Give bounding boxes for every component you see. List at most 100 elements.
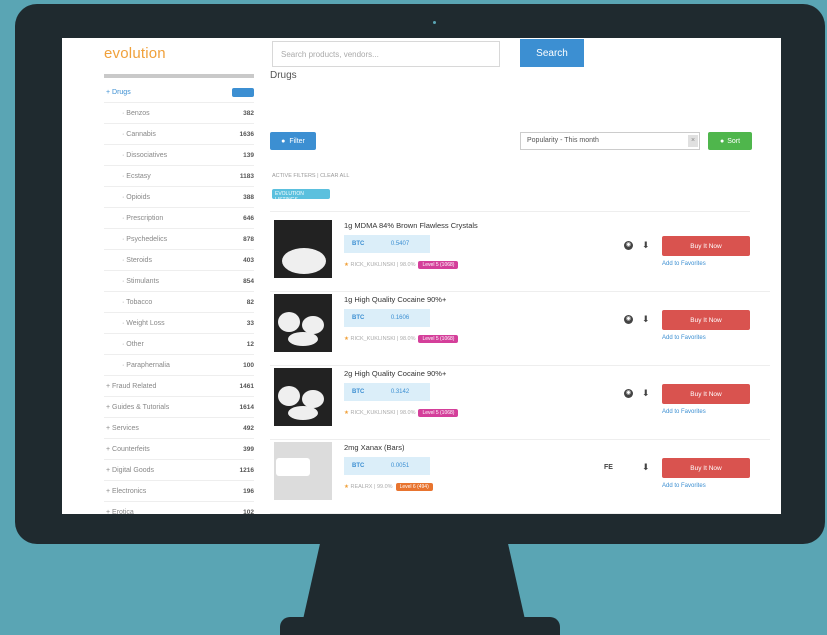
listing-title[interactable]: 1g High Quality Cocaine 90%+ xyxy=(344,295,446,304)
sort-select[interactable]: Popularity - This month xyxy=(520,132,700,150)
vendor-level: Level 5 (1068) xyxy=(418,335,459,343)
sidebar-category[interactable]: · Cannabis 1636 xyxy=(104,124,254,145)
listing-title[interactable]: 1g MDMA 84% Brown Flawless Crystals xyxy=(344,221,478,230)
buy-button[interactable]: Buy It Now xyxy=(662,384,750,404)
sidebar-category[interactable]: + Guides & Tutorials 1614 xyxy=(104,397,254,418)
buy-button[interactable]: Buy It Now xyxy=(662,310,750,330)
price-box: BTC 0.3142 xyxy=(344,383,430,401)
category-label: · Prescription xyxy=(122,214,164,222)
vendor-name: REALRX | 99.0% xyxy=(350,484,393,490)
category-label: · Dissociatives xyxy=(122,151,168,159)
category-count: 382 xyxy=(243,109,254,117)
add-favorites-link[interactable]: Add to Favorites xyxy=(662,335,706,341)
buy-button[interactable]: Buy It Now xyxy=(662,236,750,256)
category-count: 1216 xyxy=(239,466,254,474)
sort-button[interactable]: ● Sort xyxy=(708,132,752,150)
currency: BTC xyxy=(352,463,365,469)
thumbnail-shape xyxy=(282,248,326,274)
add-favorites-link[interactable]: Add to Favorites xyxy=(662,483,706,489)
sidebar-category[interactable]: + Drugs xyxy=(104,82,254,103)
category-count: 403 xyxy=(243,256,254,264)
active-filters[interactable]: ACTIVE FILTERS | CLEAR ALL xyxy=(272,173,349,179)
product-thumbnail[interactable] xyxy=(274,368,332,426)
globe-icon: ◉ xyxy=(624,241,633,250)
category-badge xyxy=(232,87,254,97)
thumbnail-shape xyxy=(278,312,300,332)
sidebar-category[interactable]: + Counterfeits 399 xyxy=(104,439,254,460)
category-count: 102 xyxy=(243,508,254,515)
sidebar-category[interactable]: · Weight Loss 33 xyxy=(104,313,254,334)
listing-area: Drugs ● Filter Popularity - This month ×… xyxy=(270,70,770,514)
listing-row: 1g High Quality Cocaine 90%+ BTC 0.1606 ★ R… xyxy=(270,292,770,366)
buy-button[interactable]: Buy It Now xyxy=(662,458,750,478)
category-count: 878 xyxy=(243,235,254,243)
add-favorites-link[interactable]: Add to Favorites xyxy=(662,409,706,415)
sidebar-category[interactable]: + Fraud Related 1461 xyxy=(104,376,254,397)
product-thumbnail[interactable] xyxy=(274,442,332,500)
monitor-stand-base xyxy=(280,617,560,635)
sidebar-category[interactable]: · Tobacco 82 xyxy=(104,292,254,313)
category-count: 82 xyxy=(246,298,254,306)
search-button[interactable]: Search xyxy=(520,39,584,67)
sort-clear-icon[interactable]: × xyxy=(688,135,698,147)
vendor-info[interactable]: ★ RICK_KUKLINSKI | 98.0% Level 5 (1068) xyxy=(344,261,459,269)
price-box: BTC 0.1606 xyxy=(344,309,430,327)
vendor-name: RICK_KUKLINSKI | 98.0% xyxy=(350,410,416,416)
sidebar-category[interactable]: · Opioids 388 xyxy=(104,187,254,208)
filter-icon: ● xyxy=(281,137,286,145)
sidebar-category[interactable]: · Benzos 382 xyxy=(104,103,254,124)
sidebar-category[interactable]: · Paraphernalia 100 xyxy=(104,355,254,376)
price: 0.5407 xyxy=(390,241,410,247)
sidebar-category[interactable]: · Other 12 xyxy=(104,334,254,355)
arrow-down-icon: ⬇ xyxy=(642,240,650,250)
category-count: 1636 xyxy=(239,130,254,138)
header: evolution Search products, vendors... Se… xyxy=(62,38,781,72)
sidebar-category[interactable]: + Electronics 196 xyxy=(104,481,254,502)
vendor-name: RICK_KUKLINSKI | 98.0% xyxy=(350,336,416,342)
filter-button[interactable]: ● Filter xyxy=(270,132,316,150)
category-count: 139 xyxy=(243,151,254,159)
category-count: 854 xyxy=(243,277,254,285)
arrow-down-icon: ⬇ xyxy=(642,314,650,324)
search-input[interactable]: Search products, vendors... xyxy=(272,41,500,67)
product-thumbnail[interactable] xyxy=(274,220,332,278)
vendor-level: Level 5 (1068) xyxy=(418,261,459,269)
price: 0.0051 xyxy=(390,463,410,469)
logo[interactable]: evolution xyxy=(104,45,166,62)
product-thumbnail[interactable] xyxy=(274,294,332,352)
sidebar-category[interactable]: + Services 492 xyxy=(104,418,254,439)
category-count: 399 xyxy=(243,445,254,453)
filter-tag[interactable]: EVOLUTION LISTINGS xyxy=(272,189,330,203)
sidebar-category[interactable]: · Ecstasy 1183 xyxy=(104,166,254,187)
category-count: 1183 xyxy=(239,172,254,180)
sidebar-category[interactable]: + Erotica 102 xyxy=(104,502,254,515)
listing-title[interactable]: 2mg Xanax (Bars) xyxy=(344,443,404,452)
sidebar-category[interactable]: · Stimulants 854 xyxy=(104,271,254,292)
category-label: · Other xyxy=(122,340,144,348)
category-label: · Benzos xyxy=(122,109,150,117)
vendor-info[interactable]: ★ REALRX | 99.0% Level 6 (494) xyxy=(344,483,433,491)
sidebar-category[interactable]: · Steroids 403 xyxy=(104,250,254,271)
sidebar-category[interactable]: · Psychedelics 878 xyxy=(104,229,254,250)
thumbnail-shape xyxy=(278,386,300,406)
add-favorites-link[interactable]: Add to Favorites xyxy=(662,261,706,267)
monitor-stand-neck xyxy=(302,544,526,624)
thumbnail-shape xyxy=(276,458,310,476)
category-label: + Erotica xyxy=(106,508,134,515)
sidebar-category[interactable]: + Digital Goods 1216 xyxy=(104,460,254,481)
category-label: + Guides & Tutorials xyxy=(106,403,170,411)
price-box: BTC 0.5407 xyxy=(344,235,430,253)
category-label: · Paraphernalia xyxy=(122,361,170,369)
thumbnail-shape xyxy=(288,332,318,346)
vendor-level: Level 6 (494) xyxy=(395,483,433,491)
sort-icon: ● xyxy=(719,137,725,145)
camera-dot xyxy=(433,21,436,24)
listing-title[interactable]: 2g High Quality Cocaine 90%+ xyxy=(344,369,446,378)
vendor-info[interactable]: ★ RICK_KUKLINSKI | 98.0% Level 5 (1068) xyxy=(344,335,459,343)
sidebar-category[interactable]: · Dissociatives 139 xyxy=(104,145,254,166)
vendor-info[interactable]: ★ RICK_KUKLINSKI | 98.0% Level 5 (1068) xyxy=(344,409,459,417)
sidebar-category[interactable]: · Prescription 646 xyxy=(104,208,254,229)
screen: evolution Search products, vendors... Se… xyxy=(62,38,781,514)
listing-row: 2g High Quality Cocaine 90%+ BTC 0.3142 ★ R… xyxy=(270,366,770,440)
category-count: 12 xyxy=(246,340,254,348)
